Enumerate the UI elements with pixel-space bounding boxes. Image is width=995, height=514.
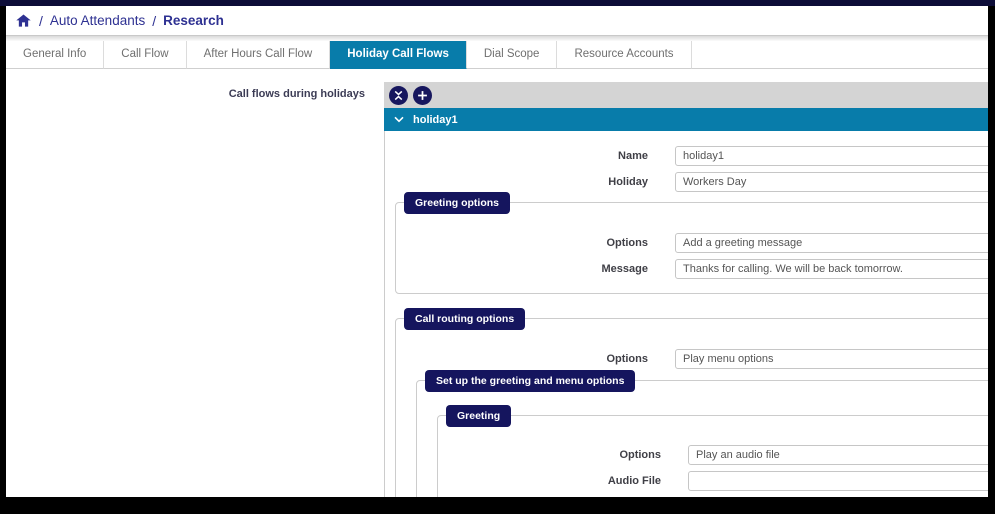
greeting-options-label: Options [606, 237, 648, 249]
greeting-options-input[interactable] [675, 233, 988, 253]
holiday-flows-panel: holiday1 Name Holiday Greeting options [384, 82, 988, 497]
tab-resource-accounts[interactable]: Resource Accounts [557, 41, 692, 69]
form-row-greeting-options: Options [396, 233, 988, 253]
add-icon [417, 90, 428, 101]
name-input[interactable] [675, 146, 988, 166]
routing-options-input[interactable] [675, 349, 988, 369]
holiday-label: Holiday [608, 176, 648, 188]
form-row-greeting-message: Message [396, 259, 988, 279]
routing-options-label: Options [606, 353, 648, 365]
screenshot-frame: / Auto Attendants / Research General Inf… [0, 0, 995, 514]
call-routing-section: Call routing options Options Set up the … [395, 308, 988, 497]
add-flow-button[interactable] [413, 85, 432, 105]
audio-options-label: Options [619, 449, 661, 461]
greeting-message-label: Message [601, 263, 648, 275]
form-row-routing-options: Options [396, 349, 988, 369]
accordion-header-holiday1[interactable]: holiday1 [384, 108, 988, 131]
form-row-audio-options: Options [438, 445, 988, 465]
greeting-options-legend: Greeting options [404, 192, 510, 214]
tab-general-info[interactable]: General Info [6, 41, 105, 69]
main-content: Call flows during holidays holiday1 Name… [6, 69, 988, 497]
setup-menu-legend: Set up the greeting and menu options [425, 370, 636, 392]
chevron-down-icon [394, 116, 404, 123]
greeting-options-section: Greeting options Options Message [395, 192, 988, 294]
home-icon[interactable] [15, 13, 32, 29]
holiday1-form: Name Holiday Greeting options Options [384, 131, 988, 497]
audio-file-input[interactable] [688, 471, 988, 491]
holiday-input[interactable] [675, 172, 988, 192]
breadcrumb-separator: / [152, 12, 157, 29]
audio-options-input[interactable] [688, 445, 988, 465]
setup-menu-section: Set up the greeting and menu options Gre… [416, 370, 988, 497]
tab-bar: General Info Call Flow After Hours Call … [6, 41, 988, 69]
collapse-all-button[interactable] [389, 85, 408, 105]
name-label: Name [618, 150, 648, 162]
app-window: / Auto Attendants / Research General Inf… [6, 6, 988, 497]
form-row-audio-file: Audio File [438, 471, 988, 491]
greeting-legend: Greeting [446, 405, 512, 427]
section-label: Call flows during holidays [228, 88, 365, 100]
collapse-all-icon [393, 90, 404, 101]
accordion-title: holiday1 [413, 113, 458, 126]
breadcrumb-separator: / [39, 12, 43, 29]
call-routing-legend: Call routing options [404, 308, 526, 330]
tab-call-flow[interactable]: Call Flow [104, 41, 187, 69]
form-row-holiday: Holiday [395, 172, 988, 192]
tab-holiday-call-flows[interactable]: Holiday Call Flows [330, 41, 467, 69]
form-row-name: Name [395, 146, 988, 166]
tab-after-hours-call-flow[interactable]: After Hours Call Flow [186, 41, 331, 69]
tab-dial-scope[interactable]: Dial Scope [466, 41, 558, 69]
breadcrumb-item-research: Research [163, 13, 224, 28]
greeting-message-input[interactable] [675, 259, 988, 279]
breadcrumb: / Auto Attendants / Research [6, 6, 988, 35]
flows-toolbar [384, 82, 988, 108]
tab-bar-filler [691, 41, 988, 69]
greeting-section: Greeting Options Audio File [437, 405, 988, 497]
audio-file-label: Audio File [607, 475, 661, 487]
breadcrumb-item-auto-attendants[interactable]: Auto Attendants [50, 13, 145, 28]
